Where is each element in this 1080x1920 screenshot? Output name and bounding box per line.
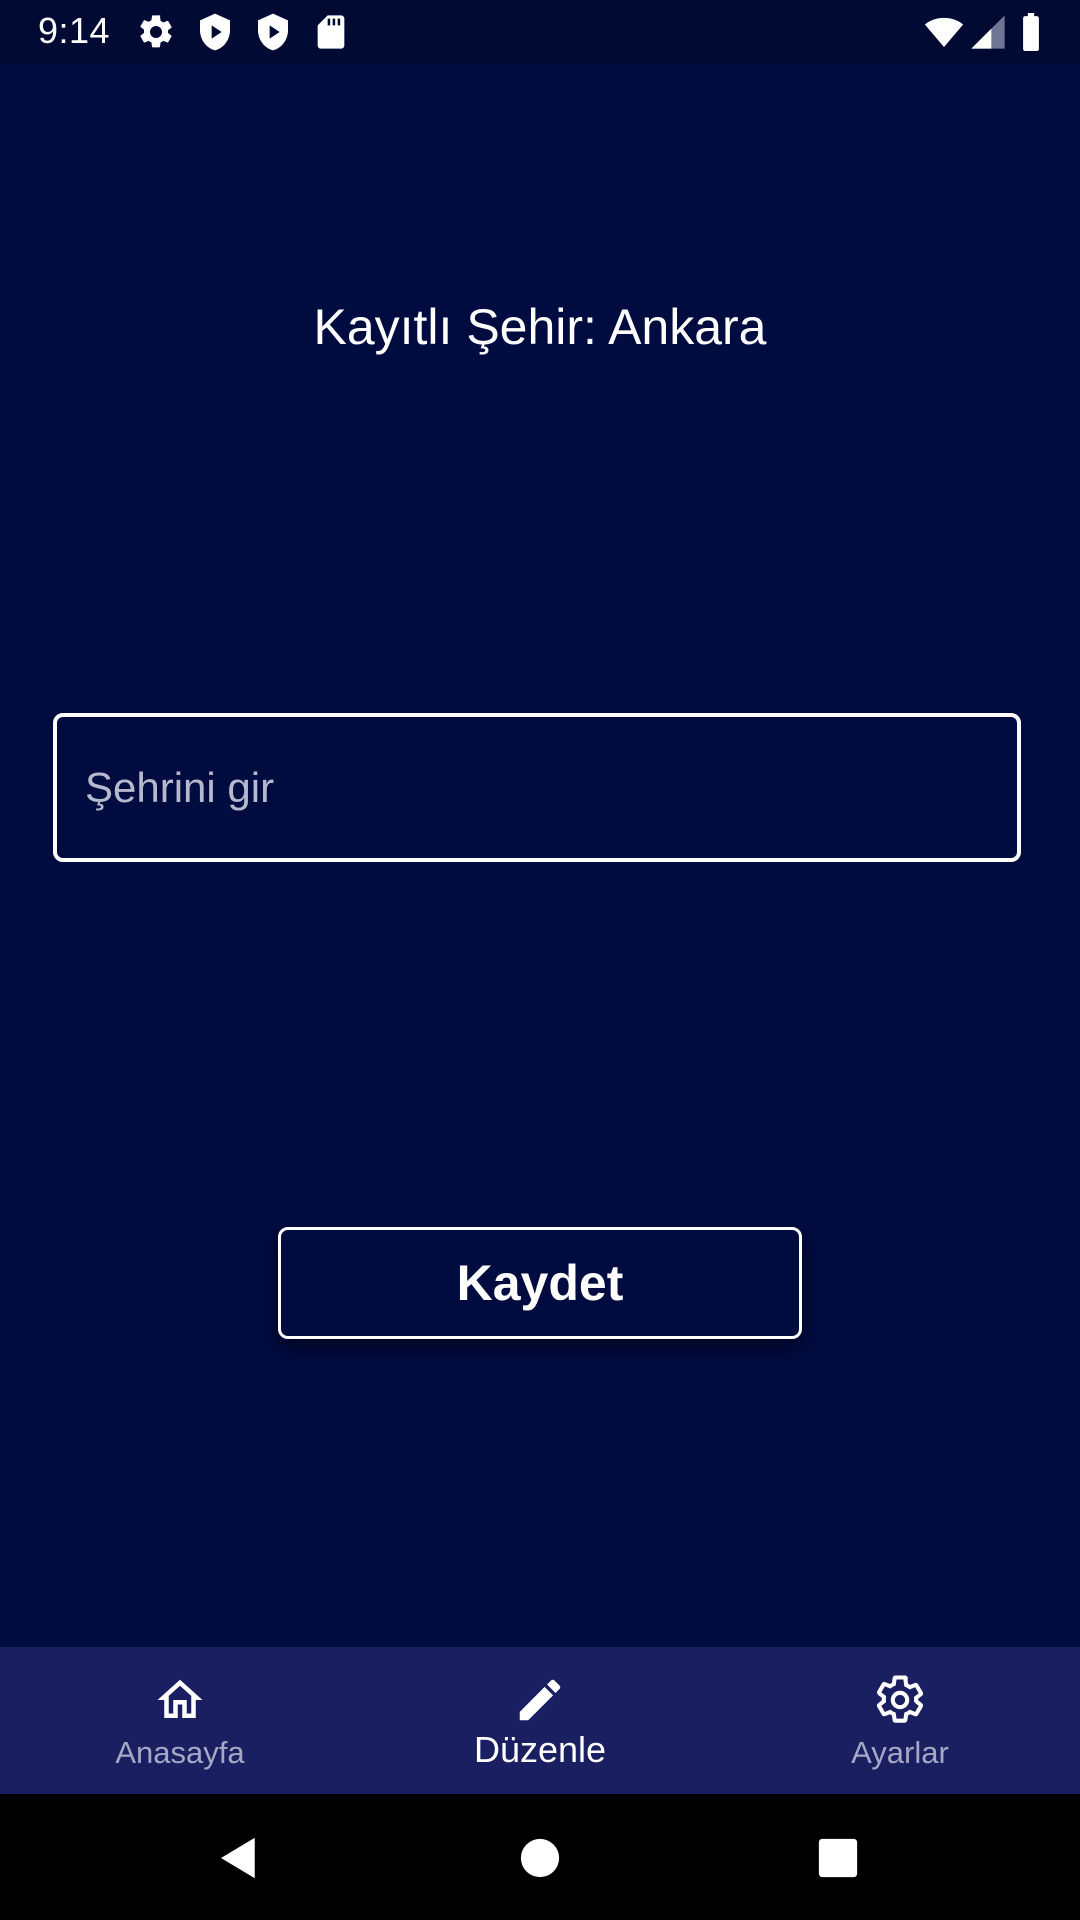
shield-play-icon [195, 12, 235, 52]
gear-icon [873, 1673, 927, 1727]
nav-label-edit: Düzenle [473, 1729, 607, 1770]
nav-item-settings[interactable]: Ayarlar [720, 1647, 1080, 1794]
gear-icon [136, 12, 176, 52]
signal-icon [968, 12, 1008, 52]
nav-label-home: Anasayfa [115, 1735, 245, 1770]
wifi-icon [922, 12, 966, 52]
city-input[interactable] [53, 713, 1021, 862]
home-circle-icon[interactable] [513, 1831, 567, 1885]
nav-item-edit[interactable]: Düzenle [360, 1647, 720, 1794]
recents-icon[interactable] [811, 1831, 865, 1885]
screen: 9:14 Kayıtlı Şehir: Ankara Kaydet [0, 0, 1080, 1920]
home-icon [153, 1673, 207, 1727]
back-icon[interactable] [212, 1831, 266, 1885]
nav-label-settings: Ayarlar [851, 1735, 949, 1770]
status-time: 9:14 [38, 10, 111, 51]
nav-item-home[interactable]: Anasayfa [0, 1647, 360, 1794]
sd-card-icon [311, 12, 351, 52]
save-button[interactable]: Kaydet [278, 1227, 802, 1339]
battery-icon [1012, 12, 1050, 52]
saved-city-label: Kayıtlı Şehir: Ankara [313, 299, 767, 355]
system-navigation-bar [0, 1794, 1080, 1920]
bottom-navigation: Anasayfa Düzenle Ayarlar [0, 1647, 1080, 1794]
pencil-icon [513, 1673, 567, 1727]
status-bar: 9:14 [0, 0, 1080, 63]
shield-play-icon [253, 12, 293, 52]
